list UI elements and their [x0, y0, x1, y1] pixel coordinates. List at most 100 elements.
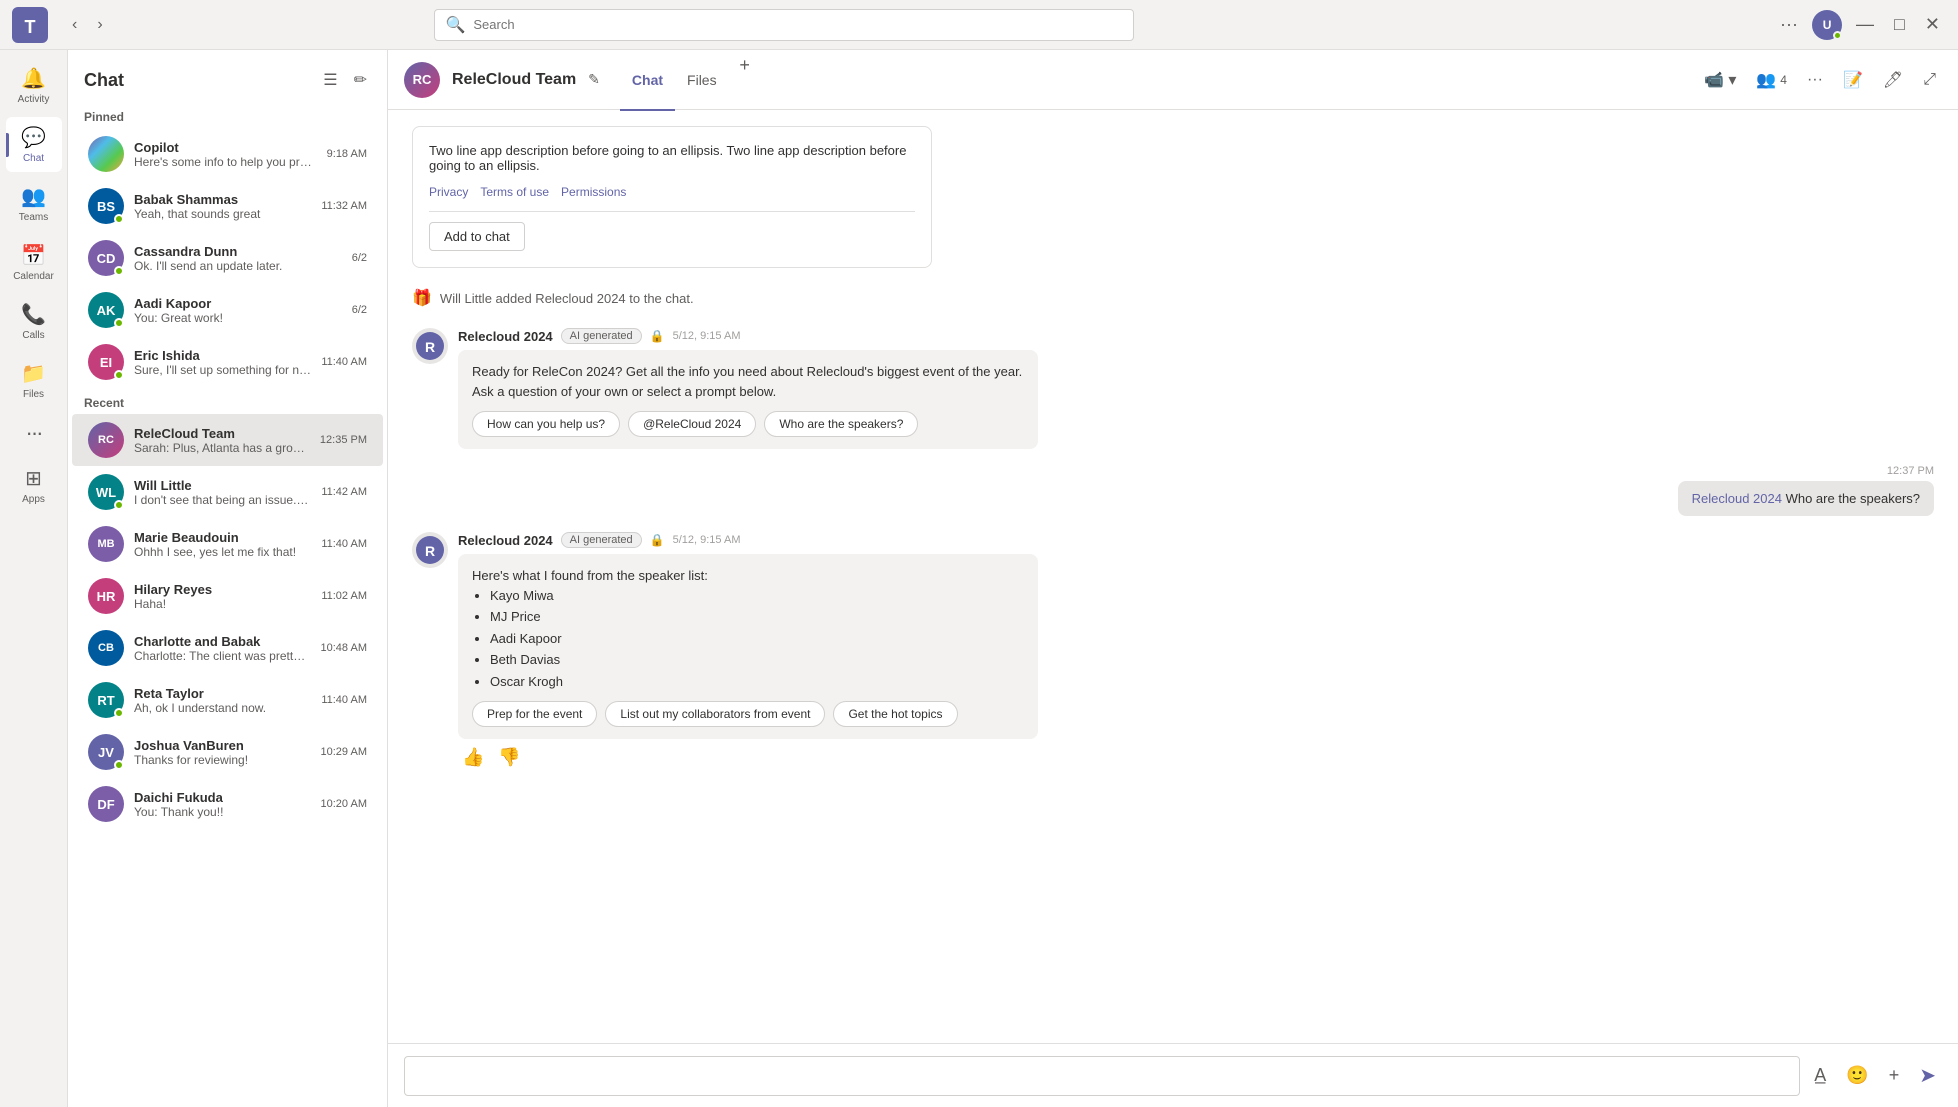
apps-label: Apps	[22, 494, 45, 505]
tab-chat[interactable]: Chat	[620, 51, 675, 111]
chat-info: Reta Taylor Ah, ok I understand now.	[134, 686, 311, 715]
chat-area: RC ReleCloud Team ✎ Chat Files + 📹 ▾ 👥 4…	[388, 50, 1958, 1107]
chat-info: Joshua VanBuren Thanks for reviewing!	[134, 738, 311, 767]
video-call-button[interactable]: 📹 ▾	[1698, 64, 1742, 96]
bot-avatar: R	[412, 328, 448, 364]
sidebar-item-chat[interactable]: 💬 Chat	[6, 117, 62, 172]
bot-timestamp: 5/12, 9:15 AM	[673, 330, 741, 342]
recent-section-label: Recent	[68, 388, 387, 414]
avatar: MB	[88, 526, 124, 562]
expand-button[interactable]: ⤢	[1917, 65, 1942, 95]
sidebar-item-apps[interactable]: ⊞ Apps	[6, 458, 62, 513]
list-item[interactable]: RT Reta Taylor Ah, ok I understand now. …	[72, 674, 383, 726]
prompt-button-3[interactable]: Who are the speakers?	[764, 411, 918, 437]
list-item[interactable]: EI Eric Ishida Sure, I'll set up somethi…	[72, 336, 383, 388]
sidebar-item-calls[interactable]: 📞 Calls	[6, 294, 62, 349]
bot-avatar-2: R	[412, 532, 448, 568]
list-item[interactable]: MB Marie Beaudouin Ohhh I see, yes let m…	[72, 518, 383, 570]
prompt-button-collaborators[interactable]: List out my collaborators from event	[605, 701, 825, 727]
new-chat-button[interactable]: ✏	[350, 66, 371, 94]
bot-name-2: Relecloud 2024	[458, 533, 553, 548]
list-item[interactable]: CB Charlotte and Babak Charlotte: The cl…	[72, 622, 383, 674]
chat-time: 11:40 AM	[321, 694, 367, 706]
svg-text:R: R	[425, 339, 435, 355]
user-avatar[interactable]: U	[1812, 10, 1842, 40]
tab-files[interactable]: Files	[675, 51, 729, 111]
minimize-button[interactable]: —	[1850, 8, 1880, 41]
thumbs-down-button[interactable]: 👎	[494, 745, 524, 770]
chat-name: Charlotte and Babak	[134, 634, 311, 649]
list-item[interactable]: RC ReleCloud Team Sarah: Plus, Atlanta h…	[72, 414, 383, 466]
list-item[interactable]: CD Cassandra Dunn Ok. I'll send an updat…	[72, 232, 383, 284]
chat-name: Cassandra Dunn	[134, 244, 342, 259]
maximize-button[interactable]: □	[1888, 8, 1911, 41]
calls-label: Calls	[22, 330, 44, 341]
list-item[interactable]: DF Daichi Fukuda You: Thank you!! 10:20 …	[72, 778, 383, 830]
add-to-chat-button[interactable]: Add to chat	[429, 222, 525, 251]
lock-icon: 🔒	[650, 329, 665, 343]
card-divider	[429, 211, 915, 212]
people-button[interactable]: 👥 4	[1750, 64, 1793, 96]
emoji-button[interactable]: 🙂	[1840, 1059, 1874, 1092]
sidebar-item-more[interactable]: ···	[6, 412, 62, 454]
list-item[interactable]: AK Aadi Kapoor You: Great work! 6/2	[72, 284, 383, 336]
send-button[interactable]: ➤	[1913, 1057, 1942, 1094]
terms-link[interactable]: Terms of use	[480, 185, 549, 199]
permissions-link[interactable]: Permissions	[561, 185, 626, 199]
user-timestamp: 12:37 PM	[1887, 465, 1934, 477]
files-icon: 📁	[21, 361, 46, 386]
more-options-button[interactable]: ···	[1774, 8, 1804, 41]
svg-text:T: T	[25, 17, 36, 37]
format-button[interactable]: A̲	[1808, 1059, 1832, 1092]
attach-button[interactable]: +	[1883, 1059, 1906, 1092]
sidebar-item-files[interactable]: 📁 Files	[6, 353, 62, 408]
whiteboard-button[interactable]: 🖊	[1877, 64, 1909, 96]
prompt-button-1[interactable]: How can you help us?	[472, 411, 620, 437]
speaker-2: MJ Price	[490, 607, 1024, 627]
app-card: Two line app description before going to…	[412, 126, 932, 268]
chat-preview: You: Great work!	[134, 311, 342, 325]
back-button[interactable]: ‹	[64, 10, 85, 40]
sidebar-item-activity[interactable]: 🔔 Activity	[6, 58, 62, 113]
search-input[interactable]	[473, 17, 1123, 32]
chat-name: Copilot	[134, 140, 317, 155]
bot-meta: Relecloud 2024 AI generated 🔒 5/12, 9:15…	[458, 328, 1934, 344]
online-status-dot	[114, 214, 124, 224]
list-item[interactable]: BS Babak Shammas Yeah, that sounds great…	[72, 180, 383, 232]
avatar: RC	[88, 422, 124, 458]
edit-chat-icon[interactable]: ✎	[588, 71, 600, 88]
speaker-3: Aadi Kapoor	[490, 629, 1024, 649]
list-item[interactable]: JV Joshua VanBuren Thanks for reviewing!…	[72, 726, 383, 778]
user-message: 12:37 PM Relecloud 2024 Who are the spea…	[412, 465, 1934, 516]
close-button[interactable]: ✕	[1919, 8, 1946, 41]
compose-input[interactable]	[404, 1056, 1800, 1096]
sidebar-item-calendar[interactable]: 📅 Calendar	[6, 235, 62, 290]
user-bubble: Relecloud 2024 Who are the speakers?	[1678, 481, 1934, 516]
chat-preview: I don't see that being an issue. Can you…	[134, 493, 311, 507]
add-tab-button[interactable]: +	[729, 50, 761, 82]
list-item[interactable]: HR Hilary Reyes Haha! 11:02 AM	[72, 570, 383, 622]
sidebar-item-teams[interactable]: 👥 Teams	[6, 176, 62, 231]
mention: Relecloud 2024	[1692, 491, 1782, 506]
prompt-button-2[interactable]: @ReleCloud 2024	[628, 411, 756, 437]
list-item[interactable]: WL Will Little I don't see that being an…	[72, 466, 383, 518]
chat-info: Daichi Fukuda You: Thank you!!	[134, 790, 311, 819]
filter-button[interactable]: ☰	[319, 66, 341, 94]
titlebar-right: ··· U — □ ✕	[1774, 8, 1946, 41]
chat-time: 6/2	[352, 252, 367, 264]
list-item[interactable]: Copilot Here's some info to help you pre…	[72, 128, 383, 180]
notes-button[interactable]: 📝	[1837, 64, 1869, 96]
svg-text:R: R	[425, 543, 435, 559]
app-card-links: Privacy Terms of use Permissions	[429, 185, 915, 199]
more-header-button[interactable]: ···	[1801, 65, 1829, 95]
thumbs-up-button[interactable]: 👍	[458, 745, 488, 770]
pinned-section-label: Pinned	[68, 102, 387, 128]
prompt-button-prep[interactable]: Prep for the event	[472, 701, 597, 727]
forward-button[interactable]: ›	[89, 10, 110, 40]
chat-info: Aadi Kapoor You: Great work!	[134, 296, 342, 325]
teams-label: Teams	[19, 212, 48, 223]
prompt-button-topics[interactable]: Get the hot topics	[833, 701, 957, 727]
bot-content: Relecloud 2024 AI generated 🔒 5/12, 9:15…	[458, 328, 1934, 449]
chat-time: 10:20 AM	[321, 798, 367, 810]
privacy-link[interactable]: Privacy	[429, 185, 468, 199]
